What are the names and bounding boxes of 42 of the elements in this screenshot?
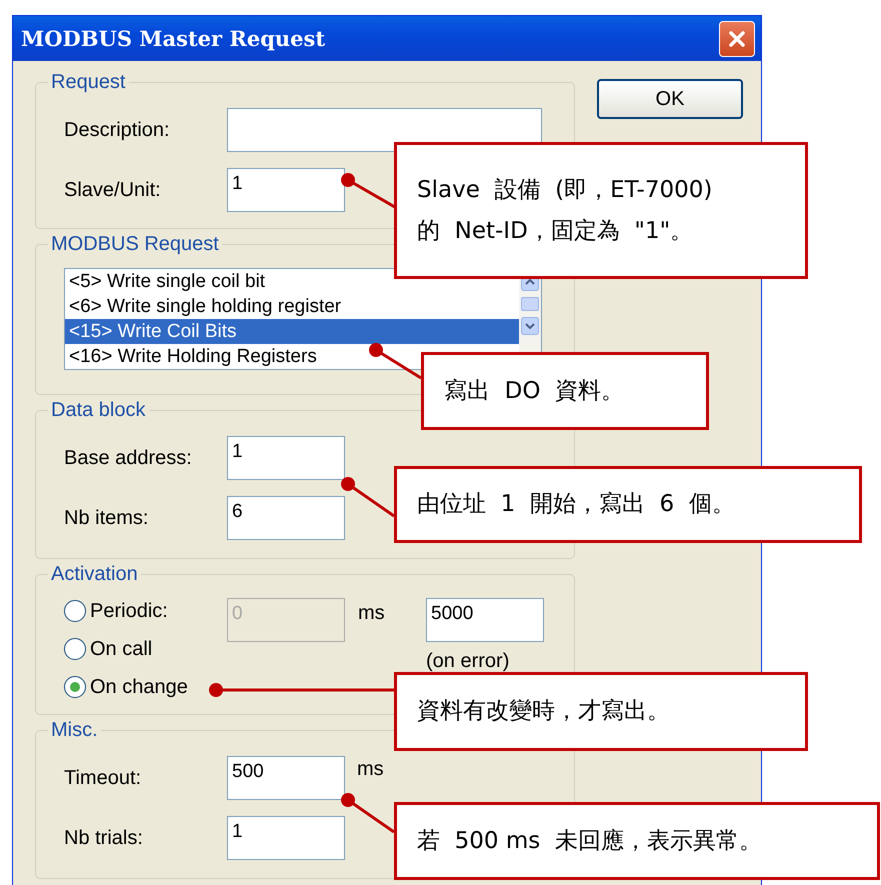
list-item[interactable]: <15> Write Coil Bits: [65, 319, 519, 344]
ok-button[interactable]: OK: [597, 79, 743, 119]
group-title: Misc.: [50, 719, 99, 742]
annotation-tooltip: 寫出 DO 資料。: [421, 352, 709, 430]
list-item[interactable]: <6> Write single holding register: [65, 294, 519, 319]
input-field[interactable]: 1: [227, 436, 345, 480]
unit-label: ms: [358, 601, 386, 625]
radio-button[interactable]: [64, 638, 86, 660]
unit-label: ms: [356, 757, 384, 781]
group-title: MODBUS Request: [50, 233, 220, 256]
annotation-tooltip: 由位址 1 開始，寫出 6 個。: [394, 466, 862, 543]
field-label: Timeout:: [64, 766, 142, 790]
window-title: MODBUS Master Request: [21, 26, 326, 51]
annotation-tooltip: 若 500 ms 未回應，表示異常。: [394, 802, 880, 880]
field-label: Description:: [64, 118, 171, 142]
input-field[interactable]: 6: [227, 496, 345, 540]
field-label: Nb items:: [64, 506, 150, 530]
annotation-leader-tooltip: [369, 343, 422, 380]
scroll-down-icon[interactable]: [521, 317, 539, 335]
input-field[interactable]: 1: [227, 816, 345, 860]
group-title: Data block: [50, 399, 146, 422]
annotation-leader-tooltip: [341, 477, 395, 518]
field-note: (on error): [426, 650, 510, 673]
close-button[interactable]: [719, 20, 755, 56]
annotation-tooltip: 資料有改變時，才寫出。: [394, 672, 808, 751]
input-field[interactable]: 500: [227, 756, 345, 800]
close-icon: [727, 28, 747, 48]
input-field[interactable]: 5000: [426, 598, 544, 642]
field-label: Slave/Unit:: [64, 178, 162, 202]
radio-button[interactable]: [64, 600, 86, 622]
radio-option[interactable]: Periodic:: [64, 598, 227, 624]
annotation-leader-tooltip: [341, 793, 395, 834]
scroll-thumb[interactable]: [521, 297, 539, 311]
annotation-tooltip: Slave 設備 (即，ET-7000) 的 Net-ID，固定為 "1"。: [394, 142, 808, 279]
group-title: Activation: [50, 563, 139, 586]
group-title: Request: [50, 71, 126, 94]
radio-option[interactable]: On call: [64, 636, 227, 662]
radio-button[interactable]: [64, 676, 86, 698]
input-field[interactable]: 1: [227, 168, 345, 212]
field-label: Nb trials:: [64, 826, 144, 850]
radio-option[interactable]: On change: [64, 674, 227, 700]
field-label: Base address:: [64, 446, 193, 470]
